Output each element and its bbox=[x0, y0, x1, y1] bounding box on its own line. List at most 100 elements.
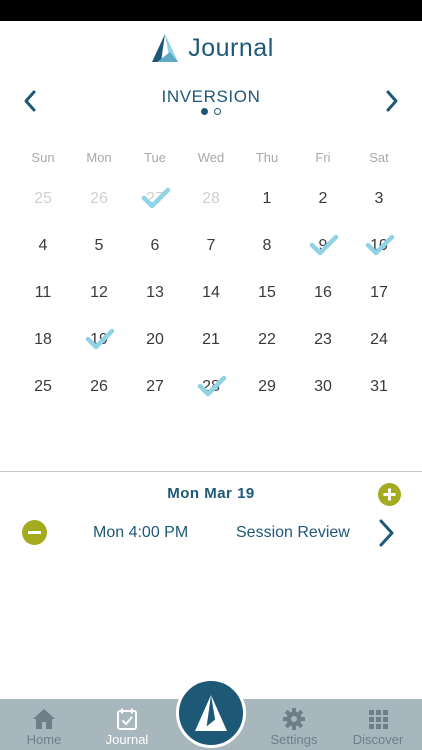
day-number: 12 bbox=[90, 284, 108, 301]
tab-home[interactable]: Home bbox=[4, 699, 84, 750]
entry-title: Session Review bbox=[236, 524, 350, 541]
status-bar bbox=[0, 0, 422, 21]
day-number: 30 bbox=[314, 378, 332, 395]
calendar-day[interactable]: 14 bbox=[183, 278, 239, 325]
weekday-label: Fri bbox=[315, 150, 331, 165]
day-number: 26 bbox=[90, 378, 108, 395]
calendar-day[interactable]: 19 bbox=[71, 325, 127, 372]
journal-icon bbox=[117, 708, 137, 730]
calendar-day[interactable]: 8 bbox=[239, 231, 295, 278]
calendar-day[interactable]: 7 bbox=[183, 231, 239, 278]
calendar-grid: Sun Mon Tue Wed Thu Fri Sat 25 26 27 28 1 2 3 4 5 6 7 8 9 1… bbox=[15, 150, 407, 419]
day-number: 21 bbox=[202, 331, 220, 348]
day-number: 31 bbox=[370, 378, 388, 395]
tab-settings[interactable]: Settings bbox=[254, 699, 334, 750]
day-number: 7 bbox=[206, 237, 216, 254]
page-indicator bbox=[0, 108, 422, 115]
calendar-day[interactable]: 20 bbox=[127, 325, 183, 372]
home-icon bbox=[33, 709, 55, 729]
week-row: 18 19 20 21 22 23 24 bbox=[15, 325, 407, 372]
day-number: 10 bbox=[370, 237, 388, 254]
week-row: 11 12 13 14 15 16 17 bbox=[15, 278, 407, 325]
weekday-label: Thu bbox=[255, 150, 279, 165]
week-row: 4 5 6 7 8 9 10 bbox=[15, 231, 407, 278]
calendar-day[interactable]: 1 bbox=[239, 184, 295, 231]
center-logo-button[interactable] bbox=[176, 678, 246, 748]
app-logo-icon bbox=[152, 34, 179, 62]
day-number: 28 bbox=[202, 378, 220, 395]
calendar-day[interactable]: 4 bbox=[15, 231, 71, 278]
tab-label: Home bbox=[26, 732, 62, 747]
calendar-day[interactable]: 17 bbox=[351, 278, 407, 325]
add-entry-button[interactable] bbox=[378, 483, 401, 506]
day-number: 8 bbox=[262, 237, 272, 254]
chevron-right-icon[interactable] bbox=[376, 518, 398, 548]
brand-logo-icon bbox=[195, 695, 227, 731]
weekday-label: Sun bbox=[31, 150, 55, 165]
week-row: 25 26 27 28 1 2 3 bbox=[15, 184, 407, 231]
tab-discover[interactable]: Discover bbox=[338, 699, 418, 750]
day-number: 28 bbox=[202, 190, 220, 207]
calendar-day[interactable]: 26 bbox=[71, 184, 127, 231]
weekday-header: Sun Mon Tue Wed Thu Fri Sat bbox=[15, 150, 407, 168]
calendar-day[interactable]: 16 bbox=[295, 278, 351, 325]
day-number: 29 bbox=[258, 378, 276, 395]
month-nav: INVERSION bbox=[0, 84, 422, 124]
page-dot-active[interactable] bbox=[201, 108, 208, 115]
calendar-day[interactable]: 18 bbox=[15, 325, 71, 372]
day-number: 23 bbox=[314, 331, 332, 348]
day-number: 27 bbox=[146, 190, 164, 207]
chevron-right-icon[interactable] bbox=[377, 86, 407, 116]
entry-time: Mon 4:00 PM bbox=[93, 524, 189, 541]
calendar-day[interactable]: 11 bbox=[15, 278, 71, 325]
calendar-day[interactable]: 10 bbox=[351, 231, 407, 278]
calendar-day[interactable]: 25 bbox=[15, 372, 71, 419]
calendar-day[interactable]: 15 bbox=[239, 278, 295, 325]
calendar-day[interactable]: 28 bbox=[183, 184, 239, 231]
calendar-day[interactable]: 27 bbox=[127, 372, 183, 419]
app-header: Journal bbox=[0, 28, 422, 68]
day-number: 24 bbox=[370, 331, 388, 348]
calendar-day[interactable]: 6 bbox=[127, 231, 183, 278]
program-title: INVERSION bbox=[161, 87, 261, 106]
weekday-label: Mon bbox=[86, 150, 112, 165]
remove-entry-button[interactable] bbox=[22, 520, 47, 545]
tab-journal[interactable]: Journal bbox=[87, 699, 167, 750]
calendar-day[interactable]: 30 bbox=[295, 372, 351, 419]
calendar-day[interactable]: 29 bbox=[239, 372, 295, 419]
day-number: 14 bbox=[202, 284, 220, 301]
calendar-day[interactable]: 22 bbox=[239, 325, 295, 372]
calendar-day[interactable]: 13 bbox=[127, 278, 183, 325]
selected-date-label: Mon Mar 19 bbox=[167, 485, 255, 502]
calendar-day[interactable]: 12 bbox=[71, 278, 127, 325]
calendar-day[interactable]: 27 bbox=[127, 184, 183, 231]
calendar-day[interactable]: 26 bbox=[71, 372, 127, 419]
day-number: 4 bbox=[38, 237, 48, 254]
calendar-day[interactable]: 5 bbox=[71, 231, 127, 278]
day-number: 5 bbox=[94, 237, 104, 254]
calendar-day[interactable]: 24 bbox=[351, 325, 407, 372]
day-number: 3 bbox=[374, 190, 384, 207]
day-number: 26 bbox=[90, 190, 108, 207]
grid-icon bbox=[369, 710, 388, 729]
day-number: 22 bbox=[258, 331, 276, 348]
day-number: 13 bbox=[146, 284, 164, 301]
journal-entry-row[interactable]: Mon 4:00 PM Session Review bbox=[0, 515, 422, 551]
calendar-day[interactable]: 31 bbox=[351, 372, 407, 419]
calendar-day[interactable]: 3 bbox=[351, 184, 407, 231]
weekday-label: Tue bbox=[144, 150, 166, 165]
calendar-day[interactable]: 25 bbox=[15, 184, 71, 231]
app-title: Journal bbox=[188, 33, 274, 62]
day-number: 16 bbox=[314, 284, 332, 301]
page-dot-inactive[interactable] bbox=[214, 108, 221, 115]
gear-icon bbox=[283, 708, 305, 730]
day-number: 19 bbox=[90, 331, 108, 348]
calendar-day[interactable]: 9 bbox=[295, 231, 351, 278]
calendar-day[interactable]: 23 bbox=[295, 325, 351, 372]
day-number: 25 bbox=[34, 378, 52, 395]
divider bbox=[0, 471, 422, 472]
calendar-day[interactable]: 21 bbox=[183, 325, 239, 372]
calendar-day[interactable]: 2 bbox=[295, 184, 351, 231]
day-number: 2 bbox=[318, 190, 328, 207]
calendar-day[interactable]: 28 bbox=[183, 372, 239, 419]
